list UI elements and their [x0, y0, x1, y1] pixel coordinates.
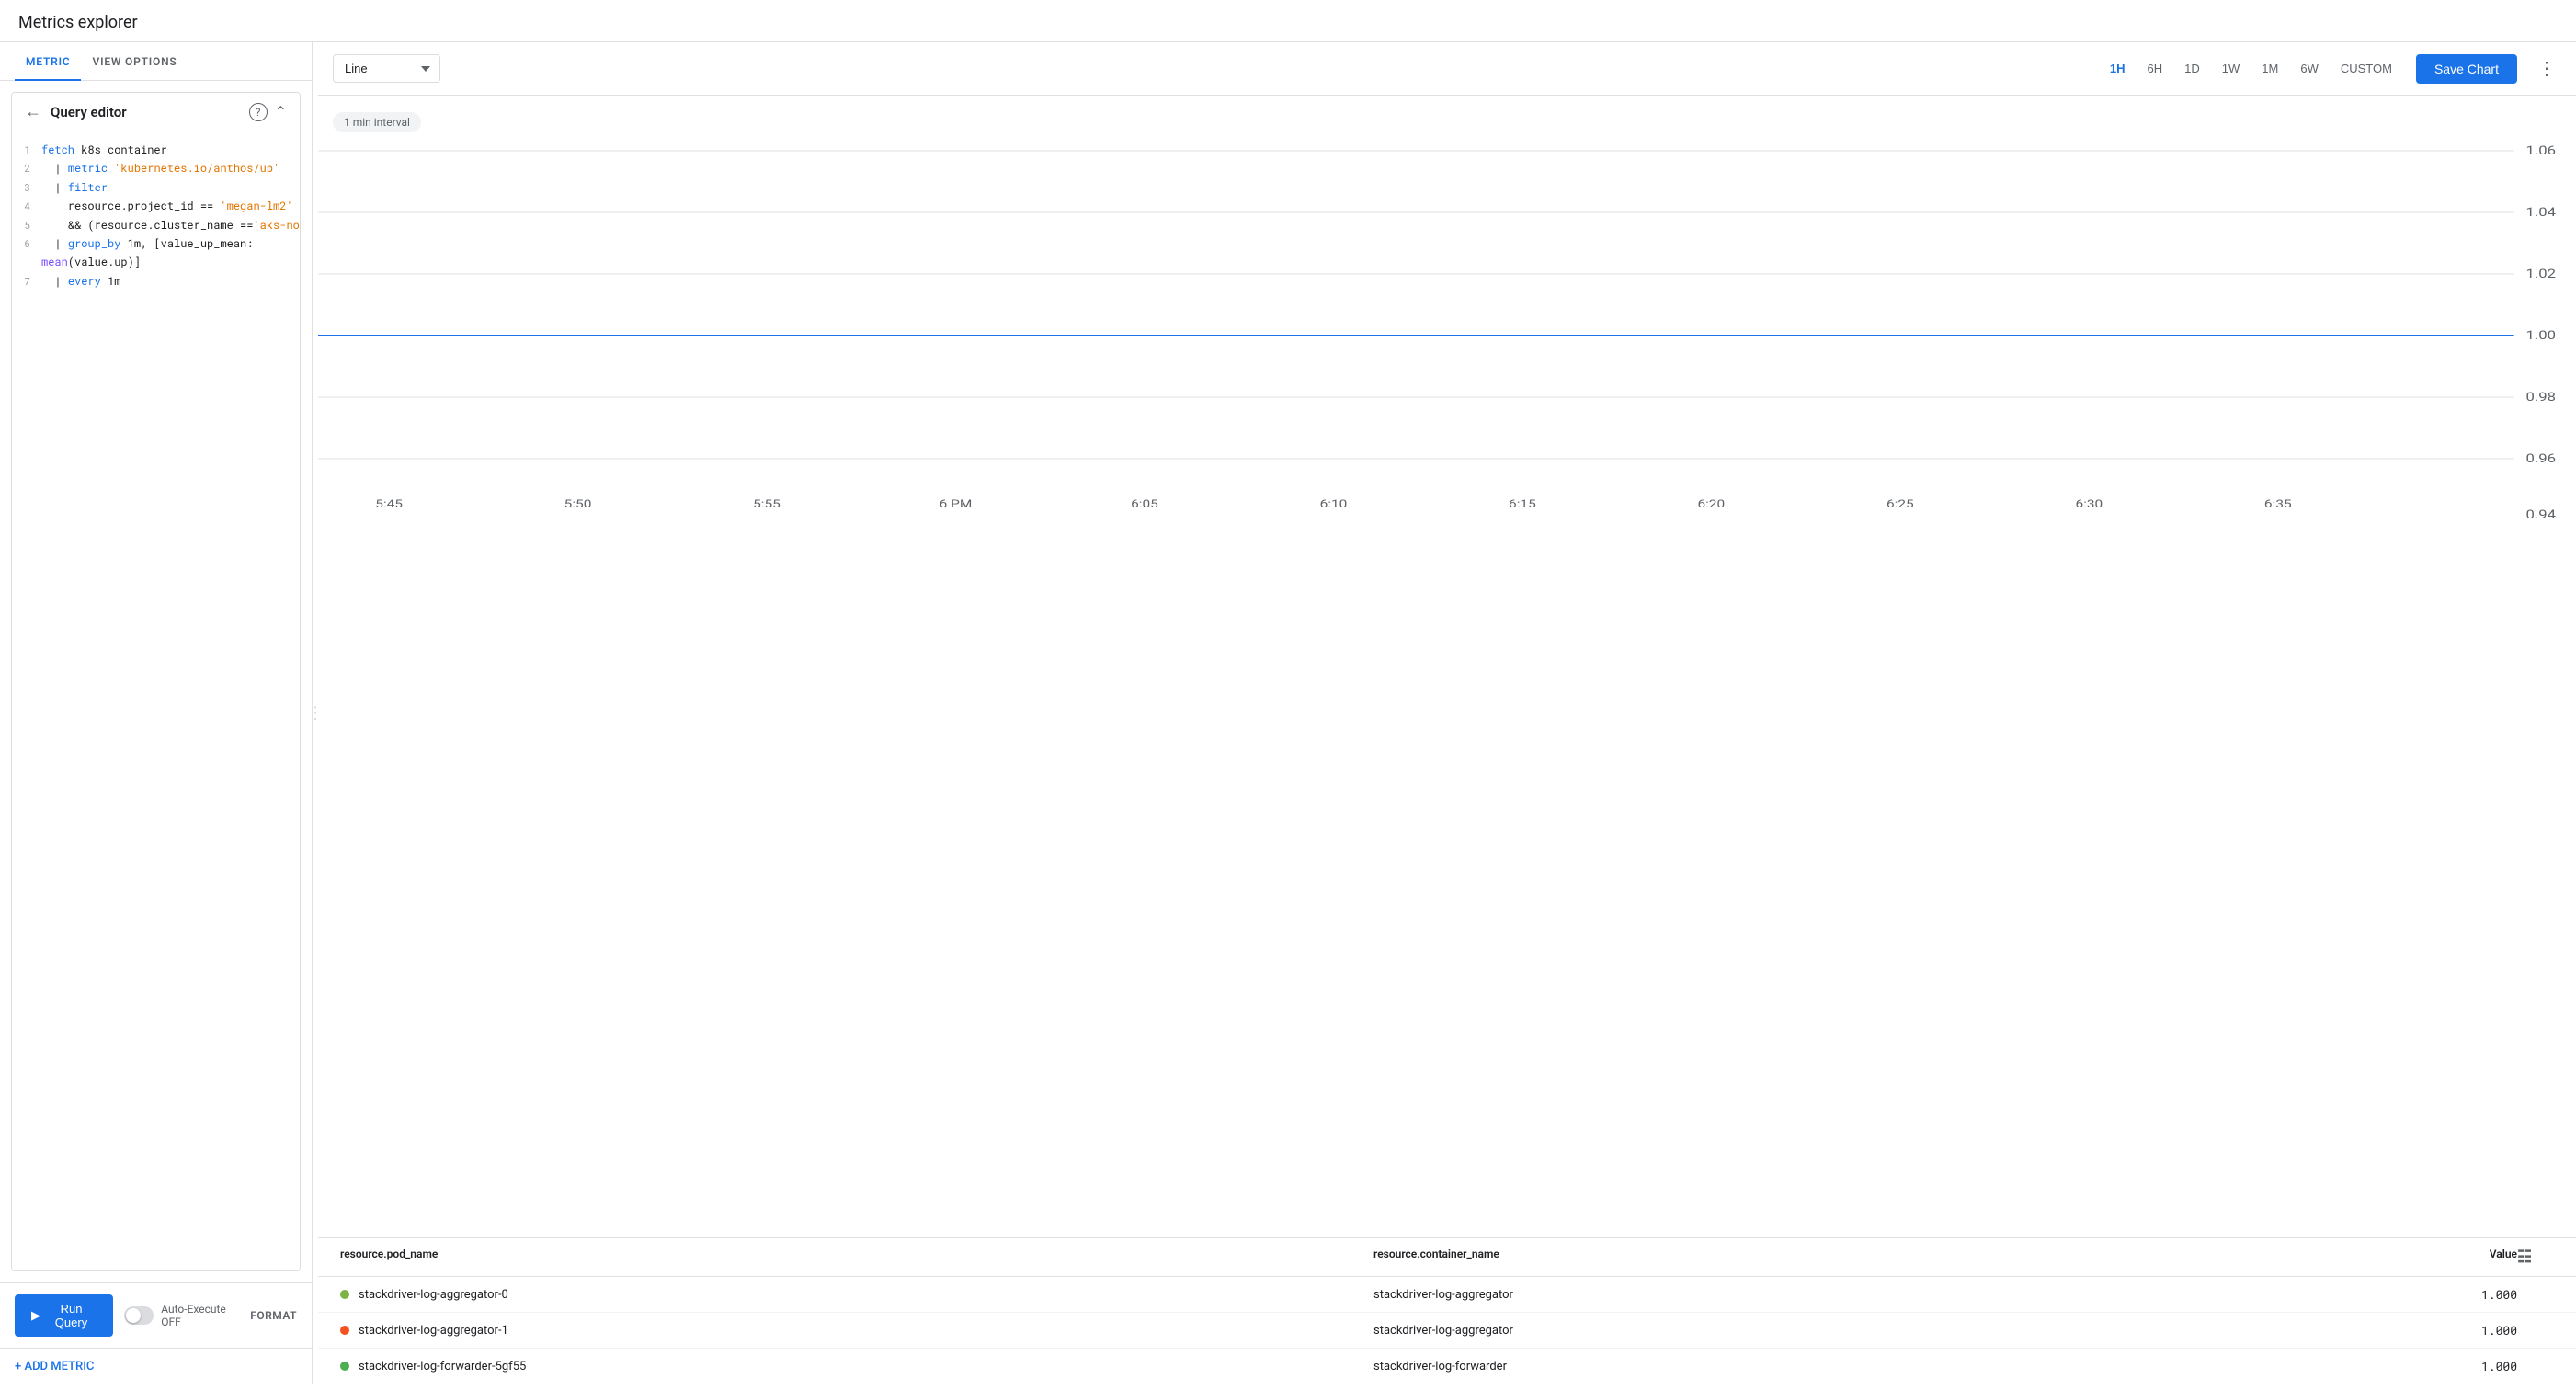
more-options-button[interactable]: ⋮: [2532, 53, 2561, 84]
format-button[interactable]: FORMAT: [250, 1309, 297, 1322]
tab-view-options[interactable]: VIEW OPTIONS: [81, 42, 188, 81]
time-btn-custom[interactable]: CUSTOM: [2331, 56, 2401, 81]
svg-text:5:45: 5:45: [375, 498, 403, 511]
left-tabs: METRIC VIEW OPTIONS: [0, 42, 312, 81]
save-chart-button[interactable]: Save Chart: [2416, 54, 2517, 84]
left-panel: METRIC VIEW OPTIONS ← Query editor ? ⌃ 1…: [0, 42, 313, 1384]
auto-execute-switch[interactable]: [124, 1306, 154, 1325]
line-num-2: 2: [16, 160, 41, 177]
query-editor-title: ← Query editor: [25, 102, 127, 121]
svg-text:5:50: 5:50: [564, 498, 592, 511]
svg-text:6:20: 6:20: [1698, 498, 1726, 511]
row-pod-name-0: stackdriver-log-aggregator-0: [340, 1288, 1373, 1302]
code-line-7: 7 | every 1m: [16, 272, 296, 291]
line-num-5: 5: [16, 217, 41, 234]
svg-text:0.94: 0.94: [2525, 507, 2556, 518]
svg-text:6:35: 6:35: [2264, 498, 2292, 511]
add-metric-label: + ADD METRIC: [15, 1360, 94, 1373]
code-area[interactable]: 1 fetch k8s_container 2 | metric 'kubern…: [12, 131, 300, 300]
query-editor-actions: ? ⌃: [249, 103, 287, 121]
line-num-7: 7: [16, 273, 41, 291]
svg-text:6:10: 6:10: [1320, 498, 1348, 511]
row-container-name-1: stackdriver-log-aggregator: [1373, 1324, 2407, 1338]
row-value-1: 1.000: [2407, 1322, 2517, 1339]
query-editor-title-text: Query editor: [51, 104, 127, 120]
svg-text:0.98: 0.98: [2525, 390, 2556, 404]
left-bottom-actions: ▶ Run Query Auto-Execute OFF FORMAT: [0, 1282, 312, 1348]
time-btn-6h[interactable]: 6H: [2138, 56, 2172, 81]
table-header: resource.pod_name resource.container_nam…: [318, 1238, 2576, 1277]
time-btn-1w[interactable]: 1W: [2213, 56, 2250, 81]
svg-text:6:15: 6:15: [1509, 498, 1536, 511]
main-layout: METRIC VIEW OPTIONS ← Query editor ? ⌃ 1…: [0, 42, 2576, 1384]
row-pod-name-2: stackdriver-log-forwarder-5gf55: [340, 1360, 1373, 1373]
run-icon: ▶: [31, 1308, 40, 1323]
app-title: Metrics explorer: [18, 13, 138, 32]
svg-text:1.00: 1.00: [2525, 328, 2556, 343]
code-line-1: 1 fetch k8s_container: [16, 141, 296, 159]
table-row[interactable]: stackdriver-log-forwarder-5gf55 stackdri…: [318, 1349, 2576, 1384]
run-query-label: Run Query: [46, 1302, 97, 1329]
code-line-2: 2 | metric 'kubernetes.io/anthos/up': [16, 159, 296, 177]
line-num-6a: 6: [16, 235, 41, 253]
row-dot-2: [340, 1362, 349, 1371]
time-btn-1h[interactable]: 1H: [2101, 56, 2135, 81]
auto-execute-toggle: Auto-Execute OFF: [124, 1303, 239, 1328]
chart-svg: 1.06 1.04 1.02 1.00 0.98 0.96 0.94 5:45 …: [318, 132, 2561, 518]
code-line-3: 3 | filter: [16, 178, 296, 197]
help-icon[interactable]: ?: [249, 103, 268, 121]
query-editor-header: ← Query editor ? ⌃: [12, 93, 300, 131]
line-num-1: 1: [16, 142, 41, 159]
code-line-5: 5 && (resource.cluster_name =='aks-nov'): [16, 216, 296, 234]
time-btn-1d[interactable]: 1D: [2175, 56, 2209, 81]
run-query-button[interactable]: ▶ Run Query: [15, 1294, 113, 1337]
line-num-3: 3: [16, 179, 41, 197]
app-header: Metrics explorer: [0, 0, 2576, 42]
svg-text:6:30: 6:30: [2075, 498, 2103, 511]
line-num-4: 4: [16, 198, 41, 215]
svg-text:6:25: 6:25: [1886, 498, 1914, 511]
row-pod-name-1: stackdriver-log-aggregator-1: [340, 1324, 1373, 1338]
row-value-2: 1.000: [2407, 1358, 2517, 1374]
col-header-value: Value: [2407, 1248, 2517, 1267]
row-value-0: 1.000: [2407, 1286, 2517, 1303]
row-container-name-2: stackdriver-log-forwarder: [1373, 1360, 2407, 1373]
query-editor-container: ← Query editor ? ⌃ 1 fetch k8s_container…: [11, 92, 301, 1271]
add-metric-button[interactable]: + ADD METRIC: [0, 1348, 312, 1384]
tab-metric[interactable]: METRIC: [15, 42, 81, 81]
chart-type-select[interactable]: LineBarStacked BarHeatmap: [333, 54, 440, 83]
chart-area: 1 min interval 1.06 1.04 1.02 1.00 0.98: [318, 96, 2576, 1237]
auto-execute-label: Auto-Execute OFF: [161, 1303, 239, 1328]
chart-svg-container: 1.06 1.04 1.02 1.00 0.98 0.96 0.94 5:45 …: [318, 132, 2561, 518]
svg-text:1.06: 1.06: [2525, 143, 2556, 158]
time-btn-1m[interactable]: 1M: [2252, 56, 2287, 81]
chart-toolbar: LineBarStacked BarHeatmap 1H 6H 1D 1W 1M…: [318, 42, 2576, 96]
row-dot-0: [340, 1290, 349, 1299]
svg-text:6:05: 6:05: [1131, 498, 1158, 511]
svg-text:1.02: 1.02: [2525, 267, 2556, 281]
data-table: resource.pod_name resource.container_nam…: [318, 1237, 2576, 1384]
right-panel: LineBarStacked BarHeatmap 1H 6H 1D 1W 1M…: [318, 42, 2576, 1384]
table-row[interactable]: stackdriver-log-aggregator-0 stackdriver…: [318, 1277, 2576, 1313]
collapse-icon[interactable]: ⌃: [275, 103, 287, 120]
code-line-6b: mean(value.up)]: [16, 253, 296, 271]
row-dot-1: [340, 1326, 349, 1335]
time-range-buttons: 1H 6H 1D 1W 1M 6W CUSTOM: [2101, 56, 2401, 81]
col-header-pod: resource.pod_name: [340, 1248, 1373, 1267]
code-line-6a: 6 | group_by 1m, [value_up_mean:: [16, 234, 296, 253]
back-arrow-icon[interactable]: ←: [25, 102, 41, 121]
row-container-name-0: stackdriver-log-aggregator: [1373, 1288, 2407, 1302]
table-row[interactable]: stackdriver-log-aggregator-1 stackdriver…: [318, 1313, 2576, 1349]
columns-config-icon[interactable]: ☷: [2517, 1248, 2554, 1267]
col-header-container: resource.container_name: [1373, 1248, 2407, 1267]
interval-badge: 1 min interval: [333, 112, 421, 132]
svg-text:1.04: 1.04: [2525, 205, 2556, 220]
code-line-4: 4 resource.project_id == 'megan-lm2': [16, 197, 296, 215]
svg-text:6 PM: 6 PM: [940, 498, 973, 511]
time-btn-6w[interactable]: 6W: [2291, 56, 2328, 81]
svg-text:5:55: 5:55: [753, 498, 781, 511]
svg-text:0.96: 0.96: [2525, 451, 2556, 466]
